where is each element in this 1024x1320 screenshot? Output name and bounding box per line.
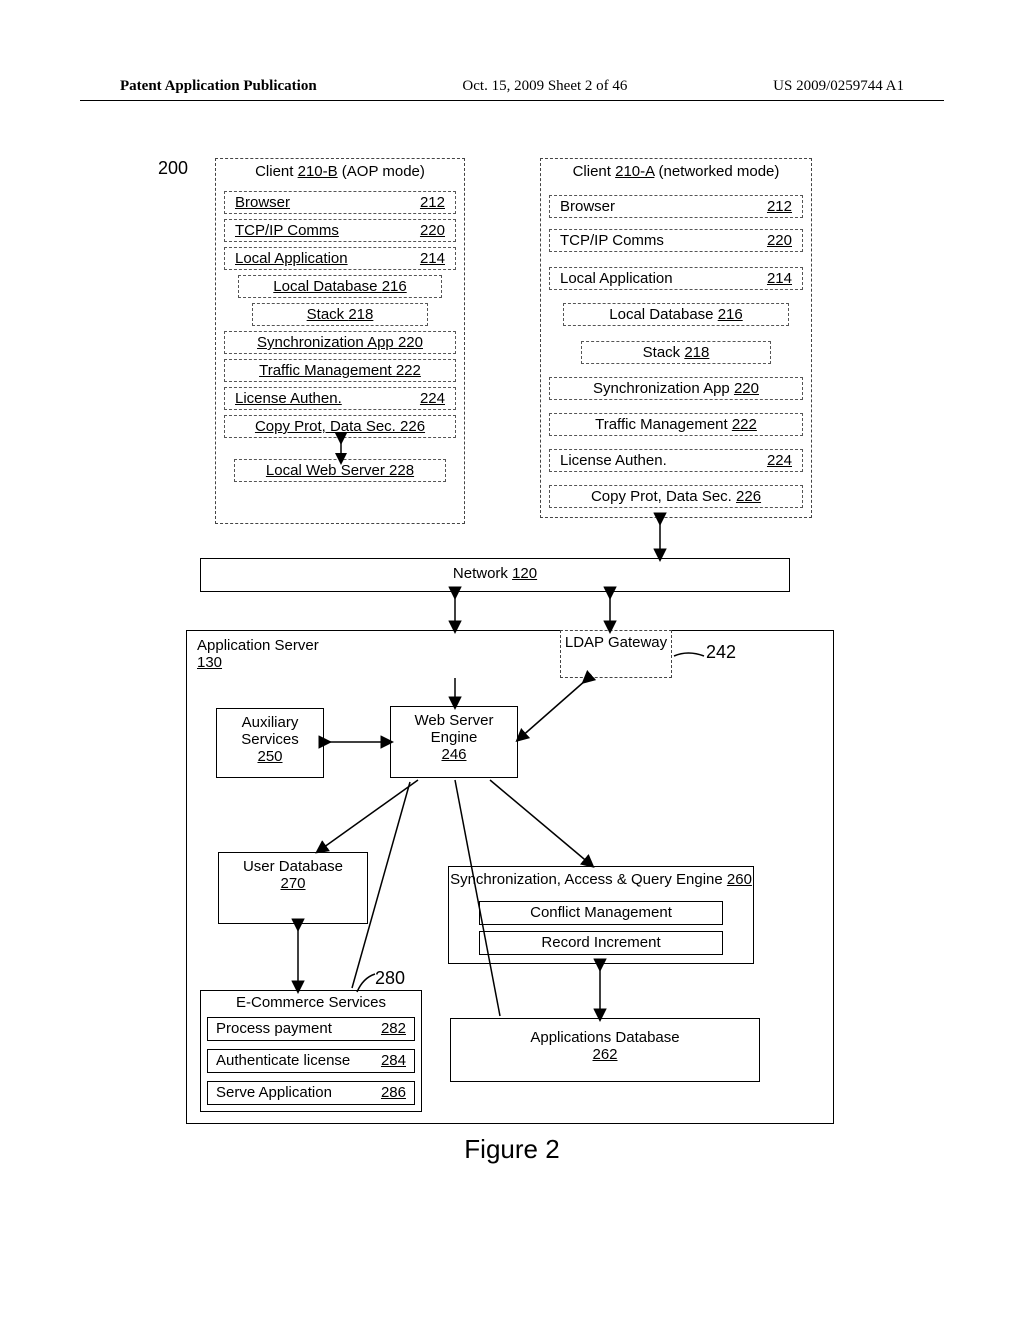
sync-sub1: Conflict Management (479, 901, 723, 925)
client-a-container: Client 210-A (networked mode) Browser212… (540, 158, 812, 518)
client-a-license: License Authen.224 (549, 449, 803, 472)
client-a-browser: Browser212 (549, 195, 803, 218)
header-rule (80, 100, 944, 101)
header-left: Patent Application Publication (120, 78, 317, 95)
client-b-localapp: Local Application214 (224, 247, 456, 270)
app-server-title: Application Server130 (197, 637, 319, 671)
client-b-localweb: Local Web Server 228 (234, 459, 446, 482)
figure-label: Figure 2 (0, 1134, 1024, 1165)
client-a-sync: Synchronization App 220 (549, 377, 803, 400)
client-a-copyprot: Copy Prot, Data Sec. 226 (549, 485, 803, 508)
client-b-browser: Browser212 (224, 191, 456, 214)
ref-280: 280 (375, 968, 405, 989)
user-db-box: User Database270 (218, 852, 368, 924)
client-b-tcpip: TCP/IP Comms220 (224, 219, 456, 242)
client-b-copyprot: Copy Prot, Data Sec. 226 (224, 415, 456, 438)
network-box: Network 120 (200, 558, 790, 592)
ref-242: 242 (706, 642, 736, 663)
client-a-stack: Stack 218 (581, 341, 771, 364)
client-b-inner-arrow (216, 437, 464, 461)
sync-engine-box: Synchronization, Access & Query Engine 2… (448, 866, 754, 964)
client-a-traffic: Traffic Management 222 (549, 413, 803, 436)
sync-sub2: Record Increment (479, 931, 723, 955)
client-b-localdb: Local Database 216 (238, 275, 442, 298)
header-center: Oct. 15, 2009 Sheet 2 of 46 (462, 78, 627, 95)
client-b-sync: Synchronization App 220 (224, 331, 456, 354)
apps-db-box: Applications Database262 (450, 1018, 760, 1082)
aux-box: Auxiliary Services250 (216, 708, 324, 778)
header-right: US 2009/0259744 A1 (773, 78, 904, 95)
client-b-traffic: Traffic Management 222 (224, 359, 456, 382)
ecommerce-r2: Authenticate license 284 (207, 1049, 415, 1073)
client-b-title: Client 210-B (AOP mode) (216, 163, 464, 180)
ecommerce-box: E-Commerce Services Process payment282 A… (200, 990, 422, 1112)
client-a-localapp: Local Application214 (549, 267, 803, 290)
ref-200: 200 (158, 158, 188, 179)
client-a-title: Client 210-A (networked mode) (541, 163, 811, 180)
ldap-box: LDAP Gateway (560, 630, 672, 678)
client-b-stack: Stack 218 (252, 303, 428, 326)
client-a-tcpip: TCP/IP Comms220 (549, 229, 803, 252)
client-b-container: Client 210-B (AOP mode) Browser212 TCP/I… (215, 158, 465, 524)
web-engine-box: Web Server Engine246 (390, 706, 518, 778)
ecommerce-r1: Process payment282 (207, 1017, 415, 1041)
sync-engine-title: Synchronization, Access & Query Engine 2… (449, 867, 753, 888)
ecommerce-title: E-Commerce Services (201, 991, 421, 1011)
client-b-license: License Authen.224 (224, 387, 456, 410)
client-a-localdb: Local Database 216 (563, 303, 789, 326)
ecommerce-r3: Serve Application286 (207, 1081, 415, 1105)
